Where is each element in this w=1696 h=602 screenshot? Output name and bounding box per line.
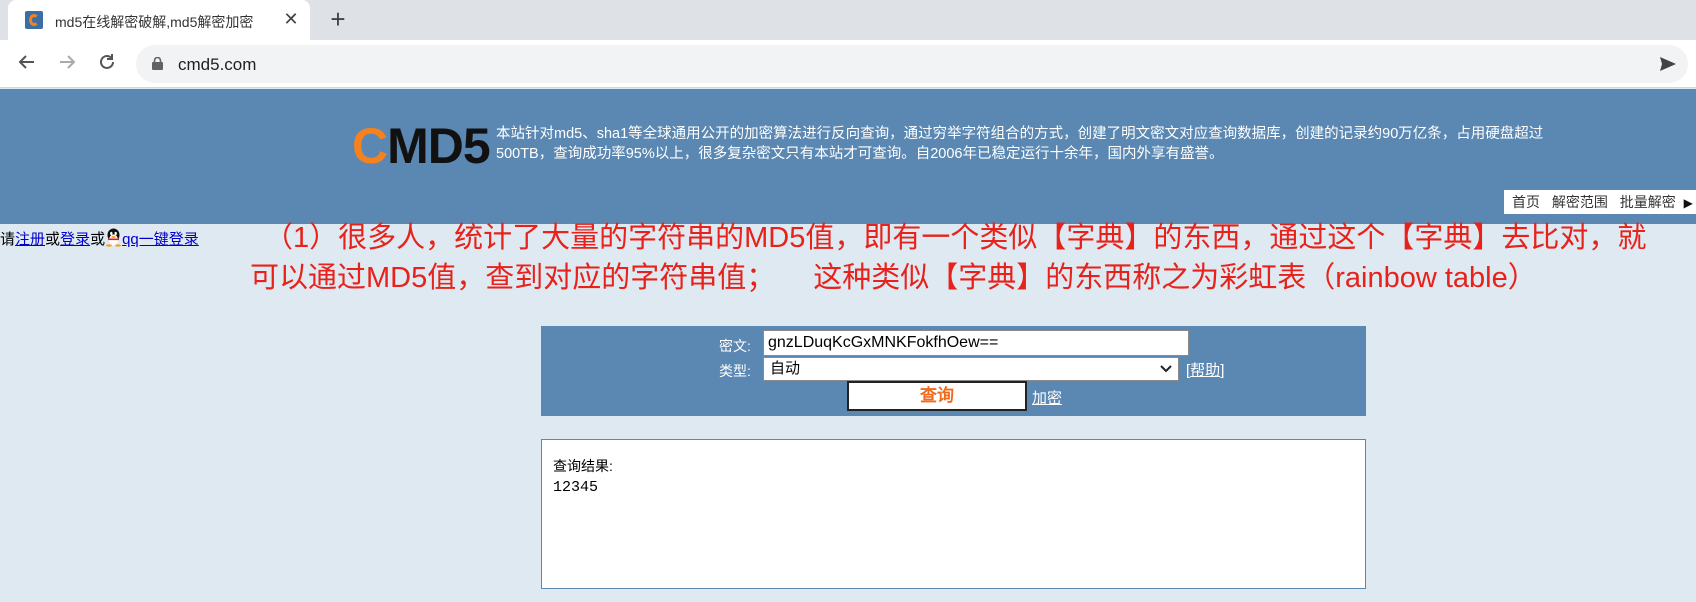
query-button[interactable]: 查询 <box>847 381 1027 411</box>
qq-penguin-icon <box>105 228 122 247</box>
new-tab-icon[interactable]: + <box>324 6 352 34</box>
address-bar[interactable]: cmd5.com <box>136 45 1688 83</box>
browser-tab-bar: md5在线解密破解,md5解密加密 ✕ + <box>0 0 1696 40</box>
annotation-line-1: （1）很多人，统计了大量的字符串的MD5值，即有一个类似【字典】的东西，通过这个… <box>264 222 1647 254</box>
annotation-text: （1）很多人，统计了大量的字符串的MD5值，即有一个类似【字典】的东西，通过这个… <box>250 218 1696 298</box>
annotation-line-2: 可以通过MD5值，查到对应的字符串值； 这种类似【字典】的东西称之为彩虹表（rai… <box>250 258 1696 298</box>
annotation-line-2b: 这种类似【字典】的东西称之为彩虹表（rainbow table） <box>813 262 1537 294</box>
type-label: 类型: <box>719 363 751 379</box>
tab-title: md5在线解密破解,md5解密加密 <box>55 14 254 30</box>
result-panel: 查询结果: 12345 <box>541 439 1366 589</box>
site-header: CMD5 本站针对md5、sha1等全球通用公开的加密算法进行反向查询，通过穷举… <box>0 89 1696 224</box>
site-nav: 首页 解密范围 批量解密 ▶ <box>1504 190 1696 214</box>
nav-batch-decrypt[interactable]: 批量解密 <box>1620 194 1676 210</box>
type-select-value: 自动 <box>770 360 801 377</box>
chevron-down-icon <box>1160 365 1172 373</box>
login-or-1: 或 <box>45 231 61 248</box>
send-icon[interactable] <box>1658 54 1678 74</box>
login-line: 请注册或登录或 qq一键登录 <box>0 228 199 249</box>
reload-icon[interactable] <box>94 52 120 78</box>
cipher-input[interactable]: gnzLDuqKcGxMNKFokfhOew== <box>763 330 1189 356</box>
annotation-line-2a: 可以通过MD5值，查到对应的字符串值； <box>250 262 776 294</box>
type-select[interactable]: 自动 <box>763 357 1179 381</box>
qq-login-link[interactable]: qq一键登录 <box>122 231 199 248</box>
nav-more-arrow-icon[interactable]: ▶ <box>1684 196 1693 210</box>
help-close-bracket: ] <box>1220 362 1225 379</box>
cipher-label: 密文: <box>719 338 751 354</box>
nav-home[interactable]: 首页 <box>1512 194 1540 210</box>
browser-tab[interactable]: md5在线解密破解,md5解密加密 ✕ <box>8 0 310 40</box>
help-link[interactable]: 帮助 <box>1190 362 1220 379</box>
register-link[interactable]: 注册 <box>15 231 45 248</box>
logo-md5: MD5 <box>387 118 491 174</box>
encrypt-link[interactable]: 加密 <box>1032 387 1062 408</box>
result-label: 查询结果: <box>553 458 613 474</box>
forward-arrow-icon[interactable] <box>54 52 80 78</box>
login-link[interactable]: 登录 <box>60 231 90 248</box>
result-value: 12345 <box>553 479 599 496</box>
logo-c: C <box>352 118 388 174</box>
cmd5-logo[interactable]: CMD5 <box>352 118 491 174</box>
url-text[interactable]: cmd5.com <box>178 55 256 75</box>
nav-decrypt-scope[interactable]: 解密范围 <box>1552 194 1608 210</box>
query-panel: 密文: gnzLDuqKcGxMNKFokfhOew== 类型: 自动 [帮助]… <box>541 326 1366 416</box>
login-or-2: 或 <box>90 231 106 248</box>
login-prefix: 请 <box>0 231 16 248</box>
help-link-wrapper[interactable]: [帮助] <box>1186 359 1224 380</box>
cmd5-favicon-icon <box>25 11 43 29</box>
site-description: 本站针对md5、sha1等全球通用公开的加密算法进行反向查询，通过穷举字符组合的… <box>496 126 1544 162</box>
lock-icon[interactable] <box>152 57 163 70</box>
browser-toolbar: cmd5.com <box>0 40 1696 88</box>
back-arrow-icon[interactable] <box>14 52 40 78</box>
tab-close-icon[interactable]: ✕ <box>280 8 302 30</box>
